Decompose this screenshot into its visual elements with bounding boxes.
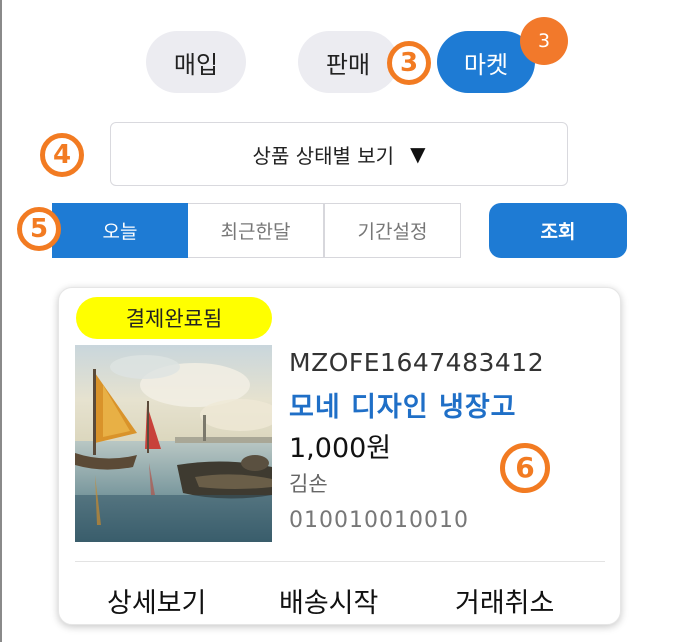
card-divider bbox=[75, 561, 605, 562]
price: 1,000원 bbox=[289, 433, 392, 464]
tab-sell-label: 판매 bbox=[325, 50, 371, 79]
tab-buy[interactable]: 매입 bbox=[146, 31, 246, 93]
caret-down-icon: ▼ bbox=[410, 142, 426, 166]
tab-sell[interactable]: 판매 bbox=[298, 31, 398, 93]
dropdown-label: 상품 상태별 보기 bbox=[252, 143, 395, 168]
left-border bbox=[0, 0, 2, 642]
status-filter-dropdown[interactable]: 상품 상태별 보기 ▼ bbox=[110, 122, 568, 186]
period-today[interactable]: 오늘 bbox=[52, 203, 188, 258]
buyer-name: 김손 bbox=[289, 472, 328, 496]
market-count-badge: 3 bbox=[520, 17, 568, 65]
period-last-month[interactable]: 최근한달 bbox=[188, 203, 324, 258]
step-marker-3: 3 bbox=[387, 41, 431, 85]
period-custom[interactable]: 기간설정 bbox=[324, 203, 461, 258]
product-image[interactable] bbox=[75, 345, 272, 542]
status-badge: 결제완료됨 bbox=[76, 297, 272, 339]
product-name[interactable]: 모네 디자인 냉장고 bbox=[289, 385, 517, 424]
step-marker-5: 5 bbox=[17, 207, 61, 251]
step-marker-6: 6 bbox=[500, 443, 550, 493]
cancel-trade-button[interactable]: 거래취소 bbox=[455, 581, 554, 620]
buyer-phone: 010010010010 bbox=[289, 508, 469, 533]
search-button[interactable]: 조회 bbox=[489, 203, 627, 258]
start-shipping-button[interactable]: 배송시작 bbox=[279, 581, 378, 620]
step-marker-4: 4 bbox=[40, 133, 84, 177]
detail-button[interactable]: 상세보기 bbox=[107, 581, 206, 620]
tab-buy-label: 매입 bbox=[173, 50, 219, 79]
order-number: MZOFE1647483412 bbox=[289, 348, 545, 377]
tab-market-label: 마켓 bbox=[463, 50, 509, 79]
